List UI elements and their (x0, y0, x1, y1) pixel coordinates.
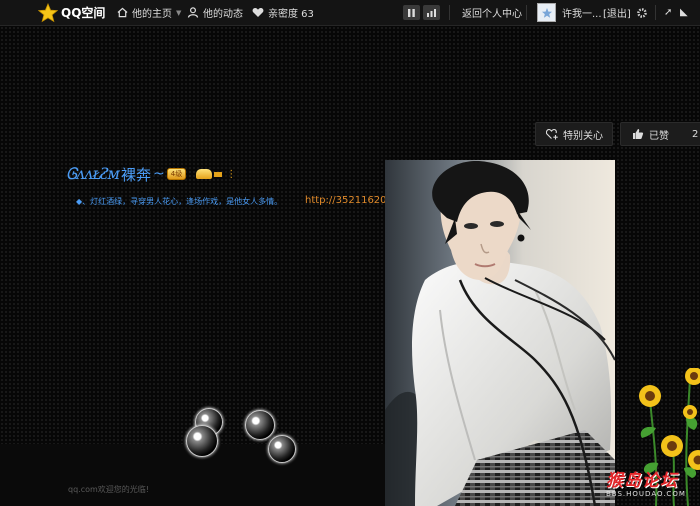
logout-label: [退出] (603, 9, 631, 20)
bubble-decoration (268, 435, 296, 463)
tilde-decoration: ~ (153, 166, 165, 182)
vip-flag-icon: ⋮ (226, 168, 237, 180)
level-badge: 4级 (166, 168, 187, 180)
logo-text: QQ空间 (61, 6, 106, 20)
nav-label: 亲密度 63 (268, 9, 314, 20)
nav-intimacy[interactable]: 亲密度 63 (252, 0, 314, 25)
bubble-decoration (186, 425, 218, 457)
people-icon (187, 7, 199, 18)
vip-level-bar (214, 171, 223, 177)
divider (655, 5, 656, 20)
watermark-logo: 猴岛论坛 (606, 466, 678, 491)
watermark-brand: 猴岛论坛 (606, 471, 678, 491)
like-label: 已赞 (649, 130, 669, 142)
arrow-icon: ◣ (680, 7, 688, 18)
expand-arrow-button[interactable]: ➚ (664, 0, 672, 25)
nav-his-home[interactable]: 他的主页 ▼ (117, 0, 181, 25)
like-button[interactable]: 已赞 2 (620, 122, 700, 146)
star-icon (38, 2, 58, 22)
bar-chart-icon (427, 8, 436, 17)
user-avatar[interactable] (537, 0, 556, 25)
heart-plus-icon (546, 128, 558, 140)
logout-link[interactable]: [退出] (603, 0, 631, 25)
stats-button[interactable] (423, 5, 440, 20)
avatar-star-icon (541, 7, 552, 18)
heart-icon (252, 8, 264, 17)
profile-name-block: Ꮆᴧᴧᴌᴤᴍ 裸奔 ~ 4级 ⋮ (66, 160, 236, 188)
top-navigation-bar: QQ空间 他的主页 ▼ 他的动态 亲密度 63 返回个人中心 许我一... [退… (0, 0, 700, 26)
arrow-icon-secondary[interactable]: ◣ (680, 0, 688, 25)
nav-label: 他的主页 (132, 9, 172, 20)
watermark-domain: BBS.HOUDAO.COM (606, 490, 686, 498)
view-toggle[interactable] (403, 0, 440, 25)
user-name[interactable]: 许我一... (562, 0, 602, 25)
footer-welcome-text: qq.com欢迎您的光临! (68, 485, 149, 494)
profile-name: 裸奔 (120, 165, 151, 184)
nav-label: 他的动态 (203, 9, 243, 20)
vip-badge-icon (196, 169, 213, 179)
pause-icon (408, 8, 415, 17)
user-name-label: 许我一... (562, 9, 602, 20)
special-care-label: 特别关心 (563, 130, 603, 142)
divider (449, 5, 450, 20)
gear-icon (637, 7, 647, 18)
profile-name-script: Ꮆᴧᴧᴌᴤᴍ (66, 164, 120, 183)
thumbs-up-icon (633, 129, 644, 139)
like-count: 2 (692, 128, 699, 140)
bubble-decoration (245, 410, 275, 440)
profile-photo (385, 160, 615, 506)
back-to-center-link[interactable]: 返回个人中心 (462, 0, 522, 25)
settings-button[interactable] (636, 0, 648, 25)
chevron-down-icon: ▼ (176, 8, 182, 17)
arrow-icon: ➚ (664, 7, 673, 18)
divider (526, 5, 527, 20)
pause-button[interactable] (403, 5, 420, 20)
home-icon (117, 7, 128, 18)
special-care-button[interactable]: 特别关心 (535, 122, 613, 146)
back-label: 返回个人中心 (462, 9, 522, 20)
nav-his-feed[interactable]: 他的动态 (187, 0, 243, 25)
profile-motto: ◆、灯红酒绿，寻穿男人花心，逢场作戏，是他女人多情。 (76, 197, 283, 206)
qzone-logo[interactable]: QQ空间 (38, 0, 105, 25)
